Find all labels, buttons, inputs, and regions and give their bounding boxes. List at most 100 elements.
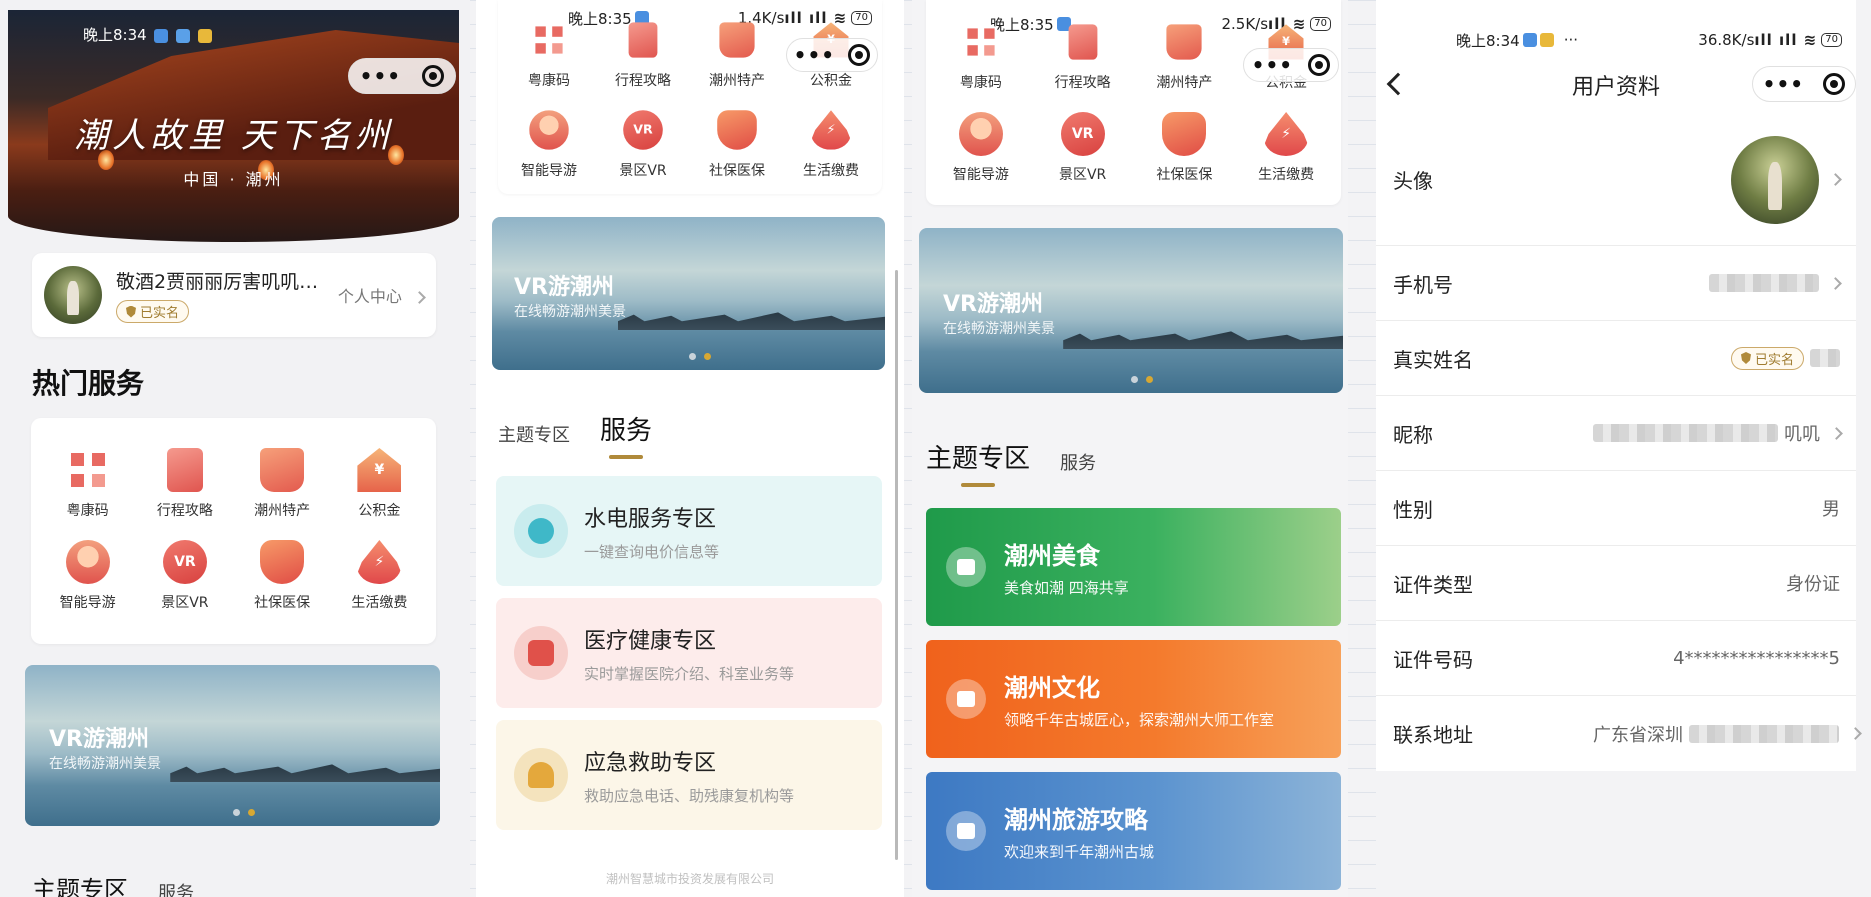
topic-travel[interactable]: 潮州旅游攻略 欢迎来到千年潮州古城 xyxy=(926,772,1341,890)
close-target-icon[interactable] xyxy=(422,65,445,87)
service-housing-fund[interactable]: ¥ 公积金 xyxy=(331,448,428,520)
tab-services[interactable]: 服务 xyxy=(1060,449,1096,475)
vr-tour-banner[interactable]: VR游潮州 在线畅游潮州美景 xyxy=(25,665,440,826)
miniprogram-capsule[interactable]: ••• xyxy=(348,58,456,94)
topic-food[interactable]: 潮州美食 美食如潮 四海共享 xyxy=(926,508,1341,626)
bowl-icon xyxy=(957,559,975,575)
service-specialty[interactable]: 潮州特产 xyxy=(234,448,331,520)
service-utility-payment[interactable]: ⚡ 生活缴费 xyxy=(784,108,878,180)
close-target-icon[interactable] xyxy=(1823,73,1846,95)
topics-tab-panel: 晚上8:35 2.5K/s ıll ≋ 70 粤康码 行程攻略 潮州特产 ¥ 公积… xyxy=(912,0,1348,897)
service-insurance[interactable]: 社保医保 xyxy=(1134,112,1236,184)
service-itinerary[interactable]: 行程攻略 xyxy=(136,448,233,520)
miniprogram-capsule[interactable]: ••• xyxy=(1752,66,1856,102)
topic-subtitle: 美食如潮 四海共享 xyxy=(1004,579,1129,597)
avatar[interactable] xyxy=(1731,135,1819,224)
service-vr[interactable]: VR 景区VR xyxy=(136,540,233,612)
close-target-icon[interactable] xyxy=(848,44,871,66)
service-label: 智能导游 xyxy=(59,595,116,611)
more-icon[interactable]: ••• xyxy=(1763,72,1804,96)
close-target-icon[interactable] xyxy=(1308,54,1331,76)
profile-name: 敬酒2贾丽丽厉害叽叽… xyxy=(116,271,319,293)
services-grid: 粤康码 行程攻略 潮州特产 ¥ 公积金 智能导游 VR 景区VR 社保医保 ⚡ 生活缴… xyxy=(39,448,428,612)
chevron-right-icon xyxy=(1829,173,1842,186)
smart-guide-icon xyxy=(958,112,1003,156)
topic-title: 潮州旅游攻略 xyxy=(1004,806,1148,834)
service-label: 粤康码 xyxy=(66,503,109,519)
service-label: 粤康码 xyxy=(959,75,1002,91)
book-icon xyxy=(957,691,975,707)
home-screen-panel: 晚上8:34 ••• 潮人故里 天下名州 中国 · 潮州 敬酒2贾丽丽厉害叽叽…… xyxy=(0,0,470,897)
smart-guide-icon xyxy=(529,110,569,150)
more-icon[interactable]: ••• xyxy=(1252,53,1293,77)
carousel-dots xyxy=(688,353,711,360)
service-vr[interactable]: VR 景区VR xyxy=(596,108,690,180)
app-notification-icon xyxy=(1522,33,1537,47)
row-nickname[interactable]: 昵称 叽叽 xyxy=(1376,396,1856,471)
verified-badge-label: 已实名 xyxy=(1754,352,1794,368)
banner-subtitle: 在线畅游潮州美景 xyxy=(514,304,626,320)
service-vr[interactable]: VR 景区VR xyxy=(1032,112,1134,184)
service-utility-payment[interactable]: ⚡ 生活缴费 xyxy=(1235,112,1337,184)
row-label: 头像 xyxy=(1393,169,1433,193)
profile-card[interactable]: 敬酒2贾丽丽厉害叽叽… 已实名 个人中心 xyxy=(32,253,436,337)
service-smart-guide[interactable]: 智能导游 xyxy=(502,108,596,180)
service-insurance[interactable]: 社保医保 xyxy=(690,108,784,180)
specialty-icon xyxy=(260,448,305,492)
more-dots-indicator: ··· xyxy=(1563,31,1578,49)
utility-payment-icon: ⚡ xyxy=(357,540,402,584)
topic-tabs: 主题专区 服务 xyxy=(32,870,194,897)
service-label: 生活缴费 xyxy=(1258,167,1315,183)
id-number-value: 4****************5 xyxy=(1673,647,1840,669)
service-label: 生活缴费 xyxy=(351,595,408,611)
tab-services[interactable]: 服务 xyxy=(600,410,652,459)
vr-tour-banner[interactable]: VR游潮州 在线畅游潮州美景 xyxy=(919,228,1343,393)
utility-payment-icon: ⚡ xyxy=(1264,112,1309,156)
service-label: 社保医保 xyxy=(254,595,311,611)
row-address[interactable]: 联系地址 广东省深圳 xyxy=(1376,696,1862,771)
more-icon[interactable]: ••• xyxy=(360,64,401,88)
services-card: 晚上8:35 1.4K/s ıll ıll ≋ 70 粤康码 行程攻略 潮州特产… xyxy=(498,0,882,194)
service-label: 智能导游 xyxy=(521,163,577,179)
topic-culture[interactable]: 潮州文化 领略千年古城匠心，探索潮州大师工作室 xyxy=(926,640,1341,758)
row-real-name[interactable]: 真实姓名 已实名 xyxy=(1376,321,1856,396)
personal-center-link[interactable]: 个人中心 xyxy=(338,283,426,307)
vr-tour-banner[interactable]: VR游潮州 在线畅游潮州美景 xyxy=(492,217,885,370)
service-smart-guide[interactable]: 智能导游 xyxy=(39,540,136,612)
row-id-number[interactable]: 证件号码 4****************5 xyxy=(1376,621,1856,696)
zone-utilities[interactable]: 水电服务专区 一键查询电价信息等 xyxy=(496,476,882,586)
service-smart-guide[interactable]: 智能导游 xyxy=(930,112,1032,184)
row-avatar[interactable]: 头像 xyxy=(1376,114,1856,246)
app-notification-icon xyxy=(198,28,213,43)
house-icon xyxy=(957,823,975,839)
more-icon[interactable]: ••• xyxy=(794,43,835,67)
zone-medical[interactable]: 医疗健康专区 实时掌握医院介绍、科室业务等 xyxy=(496,598,882,708)
scrollbar[interactable] xyxy=(895,270,898,860)
avatar[interactable] xyxy=(44,266,102,324)
status-time: 晚上8:34 xyxy=(83,26,147,44)
status-time: 晚上8:34 xyxy=(1456,31,1520,50)
miniprogram-capsule[interactable]: ••• xyxy=(1243,48,1339,82)
smart-guide-icon xyxy=(65,540,110,584)
row-phone[interactable]: 手机号 xyxy=(1376,246,1856,321)
service-insurance[interactable]: 社保医保 xyxy=(234,540,331,612)
blurred-phone xyxy=(1709,274,1819,292)
tab-services[interactable]: 服务 xyxy=(158,879,194,897)
miniprogram-capsule[interactable]: ••• xyxy=(786,38,878,72)
zone-emergency[interactable]: 应急救助专区 救助应急电话、助残康复机构等 xyxy=(496,720,882,830)
row-id-type[interactable]: 证件类型 身份证 xyxy=(1376,546,1856,621)
footer-company: 潮州智慧城市投资发展有限公司 xyxy=(605,872,774,886)
id-type-value: 身份证 xyxy=(1786,574,1840,595)
tab-topics[interactable]: 主题专区 xyxy=(926,438,1030,487)
insurance-icon xyxy=(717,110,757,150)
service-health-code[interactable]: 粤康码 xyxy=(39,448,136,520)
tab-topics[interactable]: 主题专区 xyxy=(498,421,570,447)
qr-code-icon xyxy=(531,22,567,58)
services-tab-panel: 晚上8:35 1.4K/s ıll ıll ≋ 70 粤康码 行程攻略 潮州特产… xyxy=(476,0,904,897)
app-notification-icon xyxy=(1539,33,1554,47)
tab-topics[interactable]: 主题专区 xyxy=(32,870,128,897)
itinerary-icon xyxy=(628,22,658,58)
service-utility-payment[interactable]: ⚡ 生活缴费 xyxy=(331,540,428,612)
row-gender[interactable]: 性别 男 xyxy=(1376,471,1856,546)
signal-icon: ıll ıll ≋ xyxy=(1754,31,1818,49)
